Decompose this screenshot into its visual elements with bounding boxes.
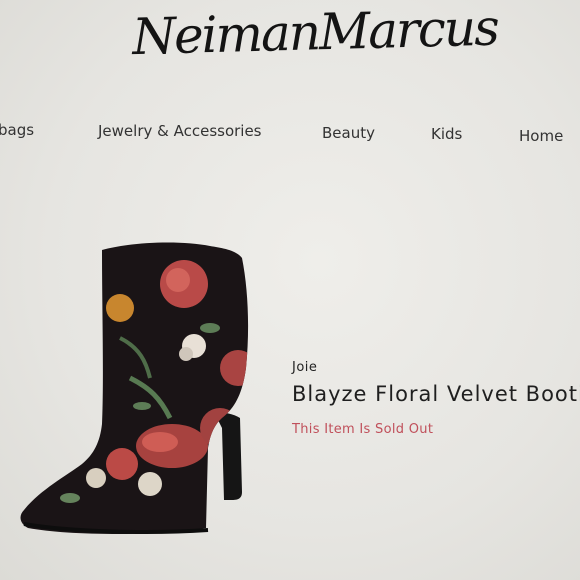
neiman-marcus-logo[interactable]: NeimanMarcus bbox=[0, 0, 580, 70]
screen: NeimanMarcus bags Jewelry & Accessories … bbox=[0, 0, 580, 580]
floral-velvet-bootie-icon bbox=[20, 242, 249, 534]
product-title: Blayze Floral Velvet Bootie bbox=[292, 382, 580, 406]
sold-out-status: This Item Is Sold Out bbox=[292, 422, 434, 437]
main-navigation: bags Jewelry & Accessories Beauty Kids H… bbox=[0, 118, 580, 148]
nav-item-jewelry-accessories[interactable]: Jewelry & Accessories bbox=[98, 122, 262, 140]
nav-item-handbags[interactable]: bags bbox=[0, 121, 34, 139]
product-image[interactable] bbox=[10, 228, 270, 548]
nav-item-home[interactable]: Home bbox=[519, 127, 563, 145]
nav-item-beauty[interactable]: Beauty bbox=[322, 124, 375, 142]
nav-item-kids[interactable]: Kids bbox=[431, 125, 462, 143]
product-brand[interactable]: Joie bbox=[292, 360, 317, 375]
